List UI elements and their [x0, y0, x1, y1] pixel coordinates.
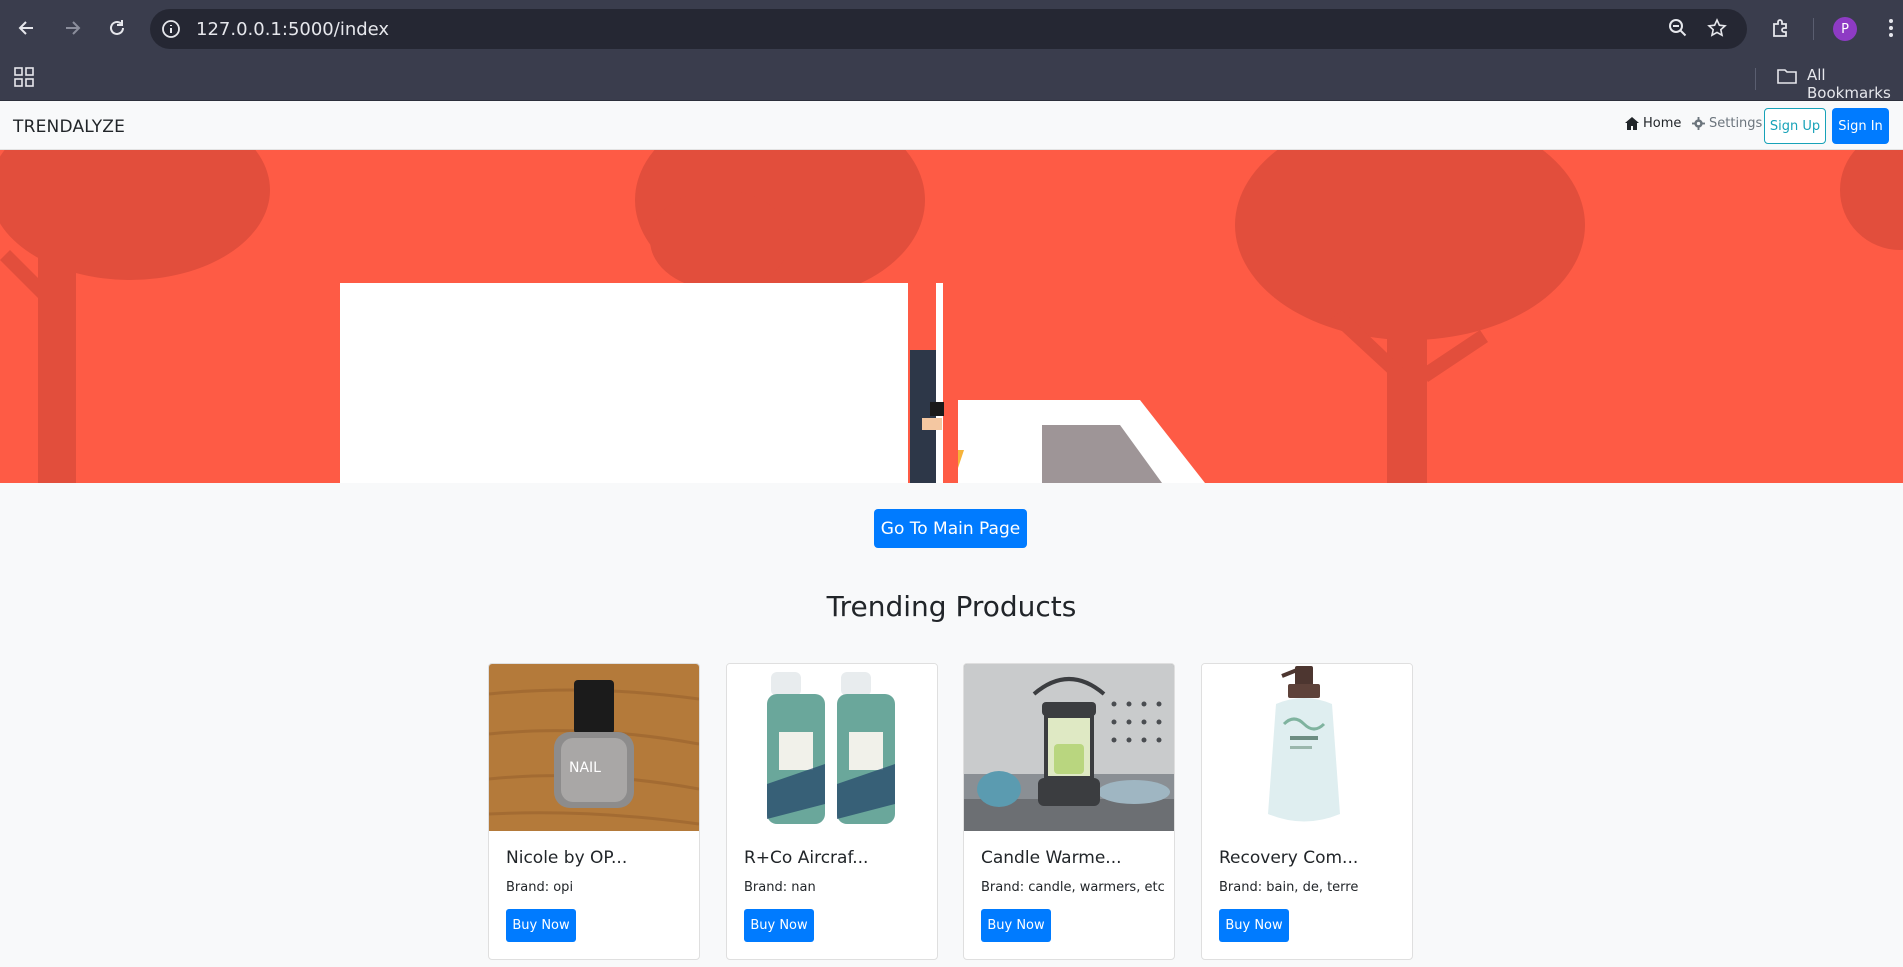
- product-title[interactable]: Nicole by OP...: [506, 848, 627, 868]
- nav-home-label: Home: [1643, 116, 1682, 131]
- signin-button[interactable]: Sign In: [1832, 108, 1889, 144]
- reload-icon[interactable]: [103, 14, 131, 42]
- signup-button[interactable]: Sign Up: [1764, 108, 1826, 144]
- product-brand: Brand: nan: [744, 880, 816, 895]
- browser-toolbar: 127.0.0.1:5000/index P: [0, 0, 1903, 58]
- product-title[interactable]: Candle Warme...: [981, 848, 1122, 868]
- product-card: R+Co Aircraf... Brand: nan Buy Now: [726, 663, 938, 960]
- profile-avatar[interactable]: P: [1833, 17, 1857, 41]
- zoom-icon[interactable]: [1664, 14, 1692, 42]
- url-text: 127.0.0.1:5000/index: [196, 19, 390, 40]
- product-card: Candle Warme... Brand: candle, warmers, …: [963, 663, 1175, 960]
- svg-text:NAIL: NAIL: [569, 760, 601, 776]
- site-info-icon[interactable]: [161, 19, 181, 44]
- buy-now-button[interactable]: Buy Now: [981, 909, 1051, 942]
- nav-settings-link[interactable]: Settings: [1692, 116, 1762, 131]
- nav-settings-label: Settings: [1709, 116, 1763, 131]
- product-image[interactable]: [727, 664, 937, 831]
- product-image[interactable]: NAIL: [489, 664, 699, 831]
- apps-grid-icon[interactable]: [14, 67, 34, 92]
- buy-now-button[interactable]: Buy Now: [506, 909, 576, 942]
- nav-home-link[interactable]: Home: [1625, 116, 1681, 131]
- gear-icon: [1692, 117, 1705, 130]
- menu-kebab-icon[interactable]: [1877, 14, 1903, 42]
- address-bar[interactable]: [150, 9, 1747, 49]
- back-icon[interactable]: [13, 14, 41, 42]
- toolbar-divider: [1813, 18, 1814, 40]
- product-brand: Brand: bain, de, terre: [1219, 880, 1359, 895]
- product-image[interactable]: [964, 664, 1174, 831]
- home-icon: [1625, 117, 1639, 130]
- hero-banner: [0, 150, 1903, 483]
- product-image[interactable]: [1202, 664, 1412, 831]
- all-bookmarks-label[interactable]: All Bookmarks: [1807, 66, 1903, 102]
- section-title: Trending Products: [826, 590, 1077, 623]
- extensions-icon[interactable]: [1767, 14, 1795, 42]
- hero-illustration: [0, 150, 1903, 483]
- product-title[interactable]: Recovery Com...: [1219, 848, 1358, 868]
- product-card: NAIL Nicole by OP... Brand: opi Buy Now: [488, 663, 700, 960]
- product-brand: Brand: opi: [506, 880, 574, 895]
- bookmarks-bar: [0, 58, 1903, 101]
- folder-icon: [1776, 66, 1798, 91]
- product-title[interactable]: R+Co Aircraf...: [744, 848, 868, 868]
- forward-icon[interactable]: [58, 14, 86, 42]
- product-brand: Brand: candle, warmers, etc: [981, 880, 1165, 895]
- product-card: Recovery Com... Brand: bain, de, terre B…: [1201, 663, 1413, 960]
- bookmarks-divider: [1755, 68, 1756, 90]
- buy-now-button[interactable]: Buy Now: [744, 909, 814, 942]
- bookmark-star-icon[interactable]: [1703, 14, 1731, 42]
- brand-logo-text[interactable]: TRENDALYZE: [13, 117, 125, 137]
- site-navbar: TRENDALYZE Home Settings Sign Up Sign In: [0, 101, 1903, 150]
- go-to-main-page-button[interactable]: Go To Main Page: [874, 509, 1027, 548]
- buy-now-button[interactable]: Buy Now: [1219, 909, 1289, 942]
